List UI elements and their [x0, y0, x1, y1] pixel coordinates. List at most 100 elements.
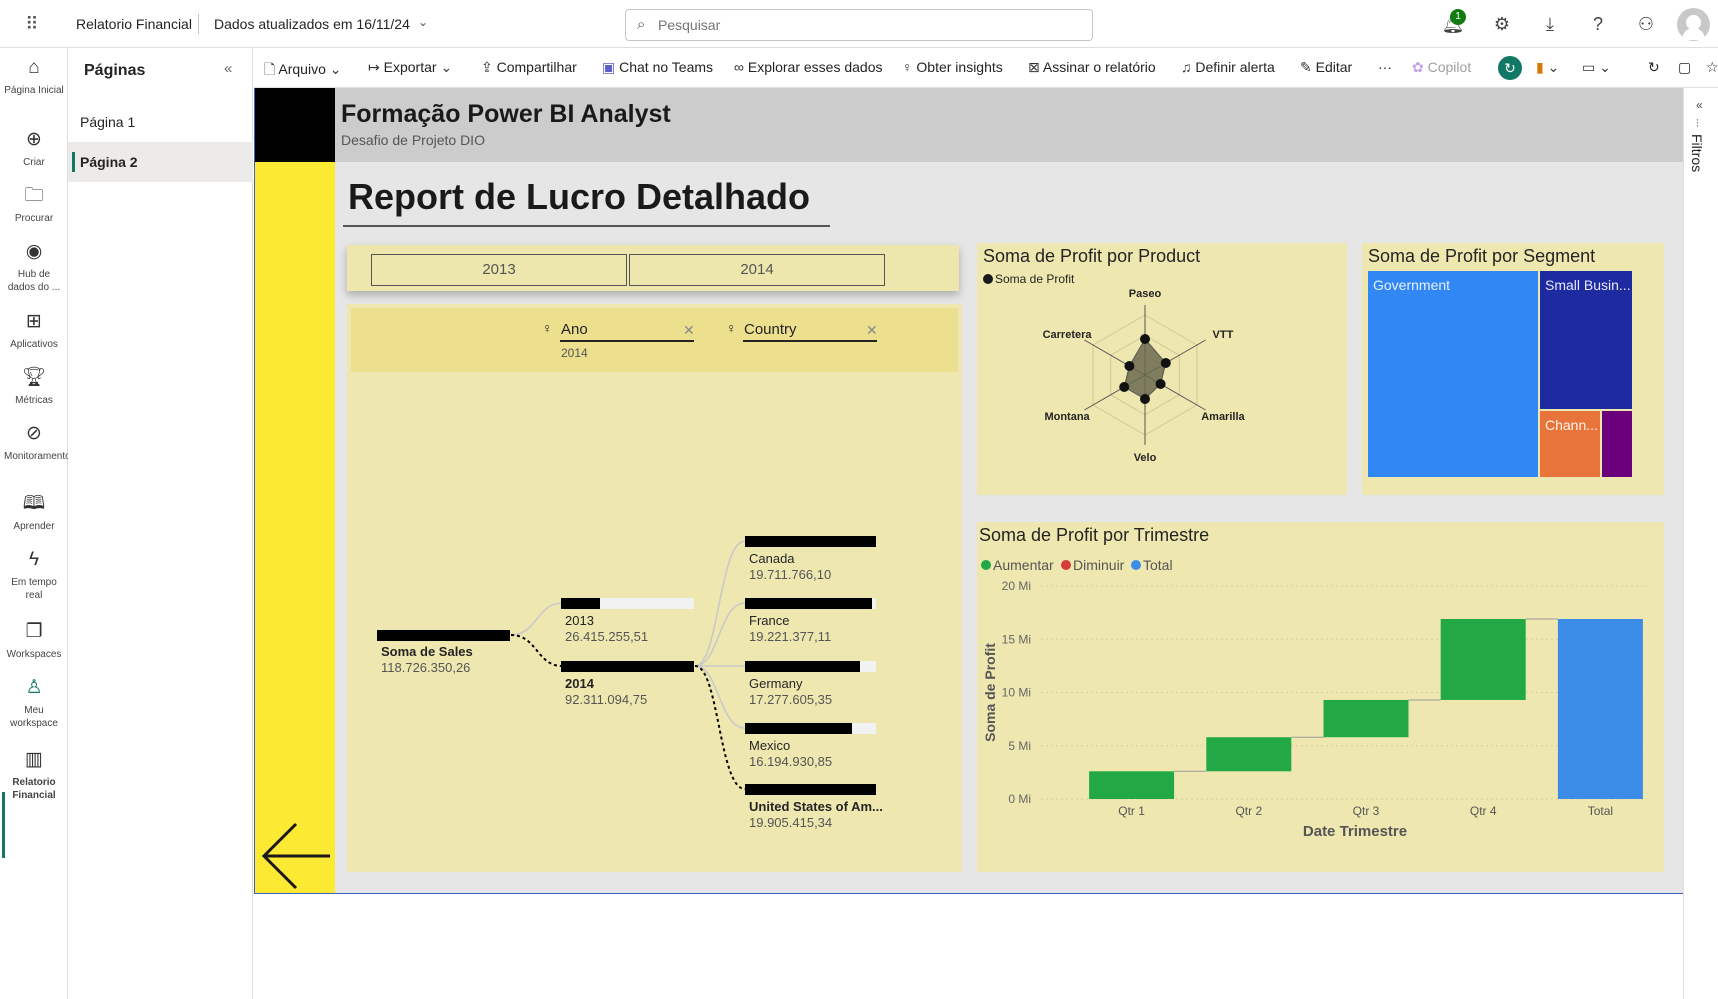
- nav-browse[interactable]: 🗀 Procurar: [0, 184, 68, 225]
- decomp-country-bar: [745, 784, 876, 795]
- nav-my-workspace[interactable]: ♙ Meu workspace: [0, 676, 68, 730]
- decomp-year-value: 26.415.255,51: [565, 629, 649, 644]
- more-options-button[interactable]: ···: [1378, 59, 1392, 75]
- y-tick-label: 15 Mi: [1002, 632, 1031, 646]
- treemap-cell-enterprise[interactable]: [1602, 411, 1632, 477]
- chevron-down-icon: ⌄: [329, 61, 342, 77]
- treemap-cell-government[interactable]: Government: [1368, 271, 1538, 477]
- page-item-2[interactable]: Página 2: [68, 142, 253, 182]
- expand-icon[interactable]: «: [1696, 98, 1703, 112]
- nav-label: Relatorio Financial: [12, 777, 56, 801]
- chevron-down-icon: ⌄: [440, 59, 453, 75]
- decomp-country-bar: [745, 536, 876, 547]
- decomp-year-name: 2014: [565, 676, 594, 691]
- decomp-country-name: Germany: [749, 676, 803, 691]
- set-alert-button[interactable]: ♫ Definir alerta: [1181, 59, 1275, 75]
- decomp-year-value: 92.311.094,75: [565, 692, 648, 707]
- share-button[interactable]: ⇪ Compartilhar: [481, 59, 577, 76]
- book-icon: 🕮: [22, 493, 46, 514]
- nav-label: Métricas: [15, 395, 53, 406]
- search-input[interactable]: [658, 16, 1078, 34]
- file-menu[interactable]: 🗋︎ Arquivo ⌄: [264, 59, 341, 83]
- decomp-country-bar: [745, 723, 852, 734]
- treemap-cell-small-business[interactable]: Small Busin...: [1540, 271, 1632, 409]
- app-name[interactable]: Relatorio Financial: [76, 16, 192, 32]
- edit-button[interactable]: ✎ Editar: [1300, 59, 1352, 76]
- export-icon: ↦: [368, 59, 380, 75]
- waterfall-chart[interactable]: 20 Mi 15 Mi 10 Mi 5 Mi 0 Mi Soma de Profit Dat…: [977, 522, 1664, 872]
- collapse-icon[interactable]: «: [224, 60, 232, 77]
- nav-metrics[interactable]: 🏆︎ Métricas: [0, 366, 68, 407]
- filters-label: Filtros: [1689, 134, 1705, 173]
- pages-pane: Páginas « Página 1 Página 2: [68, 48, 253, 999]
- insights-button[interactable]: ♀ Obter insights: [902, 59, 1003, 75]
- page-item-1[interactable]: Página 1: [68, 102, 253, 142]
- favorite-icon[interactable]: ☆: [1706, 59, 1718, 76]
- page-item-label: Página 2: [80, 154, 138, 170]
- help-icon[interactable]: ?: [1586, 12, 1610, 36]
- nav-home[interactable]: ⌂ Página Inicial: [0, 56, 68, 97]
- bookmark-button[interactable]: ▮ ⌄: [1536, 59, 1559, 76]
- nav-report-financial[interactable]: ▥ Relatorio Financial: [0, 748, 68, 802]
- copilot-icon: ✿: [1412, 59, 1424, 75]
- radar-point: [1124, 361, 1135, 371]
- search-box[interactable]: ⌕: [625, 9, 1093, 41]
- chevron-down-icon[interactable]: ⌄: [418, 15, 428, 29]
- waterfall-chart-panel: Soma de Profit por Trimestre Aumentar Di…: [977, 522, 1664, 872]
- nav-learn[interactable]: 🕮 Aprender: [0, 492, 68, 533]
- explore-data-button[interactable]: ∞ Explorar esses dados: [734, 59, 883, 75]
- share-label: Compartilhar: [496, 59, 577, 75]
- nav-label: Criar: [23, 157, 45, 168]
- back-arrow-icon[interactable]: [260, 820, 332, 892]
- app-launcher-icon[interactable]: ⠿: [22, 14, 42, 34]
- slicer-option-2014[interactable]: 2014: [629, 254, 885, 286]
- decomp-country-name: France: [749, 613, 790, 628]
- filters-pane[interactable]: « ⫶ Filtros: [1683, 88, 1718, 999]
- export-menu[interactable]: ↦ Exportar ⌄: [368, 59, 452, 76]
- treemap-cell-channel-partners[interactable]: Chann...: [1540, 411, 1600, 477]
- workspaces-icon: ❐: [25, 621, 43, 642]
- x-tick-label: Qtr 3: [1353, 804, 1380, 818]
- comment-icon[interactable]: ▢: [1678, 59, 1691, 76]
- decomp-root-name: Soma de Sales: [381, 644, 473, 659]
- decomp-country-name: Canada: [749, 551, 795, 566]
- download-icon[interactable]: ⤓: [1538, 12, 1562, 36]
- data-updated-label[interactable]: Dados atualizados em 16/11/24: [214, 16, 410, 32]
- nav-apps[interactable]: ⊞ Aplicativos: [0, 310, 68, 351]
- radar-axis-label: Montana: [1044, 411, 1090, 423]
- nav-workspaces[interactable]: ❐ Workspaces: [0, 620, 68, 661]
- lightning-icon: ϟ: [28, 549, 40, 570]
- decomp-country-bar: [745, 598, 872, 609]
- nav-create[interactable]: ⊕ Criar: [0, 128, 68, 169]
- gear-icon[interactable]: ⚙︎: [1490, 12, 1514, 36]
- nav-label: Aplicativos: [10, 339, 58, 350]
- decomp-country-value: 19.221.377,11: [749, 629, 832, 644]
- nav-realtime[interactable]: ϟ Em tempo real: [0, 548, 68, 602]
- nav-monitoring[interactable]: ⊘ Monitoramento: [0, 422, 71, 463]
- decomp-year-name: 2013: [565, 613, 594, 628]
- nav-data-hub[interactable]: ◉ Hub de dados do ...: [0, 240, 68, 294]
- radar-point: [1140, 394, 1150, 404]
- refresh-icon[interactable]: ↻: [1648, 59, 1660, 76]
- folder-icon: 🗀: [24, 185, 44, 206]
- create-icon: ⊕: [26, 129, 42, 150]
- subscribe-button[interactable]: ⊠ Assinar o relatório: [1028, 59, 1156, 76]
- treemap-title: Soma de Profit por Segment: [1368, 246, 1596, 266]
- bell-icon: ♫: [1181, 59, 1192, 75]
- share-people-icon[interactable]: ⚇: [1634, 12, 1658, 36]
- decomp-year-bar: [561, 598, 600, 609]
- filter-icon: ⫶: [1696, 118, 1699, 130]
- chevron-down-icon: ⌄: [1599, 59, 1611, 75]
- treemap-label: Chann...: [1545, 417, 1598, 433]
- refresh-visual-icon[interactable]: ↻: [1498, 56, 1522, 80]
- teams-label: Chat no Teams: [619, 59, 714, 75]
- radar-axis-label: Velo: [1134, 452, 1157, 464]
- report-subtitle: Desafio de Projeto DIO: [341, 132, 485, 148]
- radar-chart[interactable]: Paseo VTT Amarilla Velo Montana Carretera: [977, 243, 1347, 495]
- copilot-button[interactable]: ✿ Copilot: [1412, 59, 1471, 76]
- data-hub-icon: ◉: [25, 241, 43, 262]
- y-tick-label: 0 Mi: [1008, 792, 1031, 806]
- slicer-option-2013[interactable]: 2013: [371, 254, 627, 286]
- view-button[interactable]: ▭ ⌄: [1582, 59, 1611, 76]
- teams-chat-button[interactable]: ▣ Chat no Teams: [602, 59, 713, 76]
